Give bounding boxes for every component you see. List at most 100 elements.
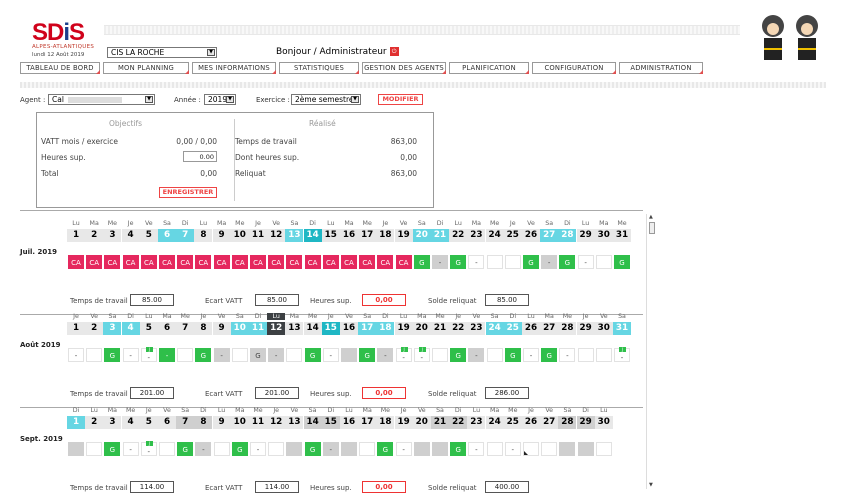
- planning-cell[interactable]: G: [450, 442, 467, 456]
- planning-cell[interactable]: G: [559, 255, 576, 269]
- planning-cell[interactable]: [577, 348, 594, 362]
- day-number[interactable]: 16: [340, 322, 358, 335]
- day-number[interactable]: 24: [485, 229, 504, 242]
- day-number[interactable]: 31: [613, 229, 631, 242]
- day-number[interactable]: 15: [321, 322, 340, 335]
- planning-cell[interactable]: [486, 348, 503, 362]
- tab-statistiques[interactable]: STATISTIQUES: [279, 62, 359, 74]
- planning-cell[interactable]: G: [377, 442, 394, 456]
- planning-cell[interactable]: [504, 255, 521, 269]
- planning-cell[interactable]: -: [322, 442, 339, 456]
- planning-cell[interactable]: G: [177, 442, 194, 456]
- planning-cell[interactable]: [213, 442, 230, 456]
- year-select[interactable]: 2019 ▼: [204, 94, 236, 105]
- planning-cell[interactable]: -: [250, 442, 266, 456]
- day-number[interactable]: 23: [467, 322, 486, 335]
- planning-cell[interactable]: G: [304, 442, 321, 456]
- planning-cell[interactable]: -: [468, 442, 485, 456]
- day-number[interactable]: 31: [613, 322, 631, 335]
- planning-cell[interactable]: -: [432, 255, 448, 269]
- planning-cell[interactable]: [559, 442, 576, 456]
- day-number[interactable]: 29: [576, 229, 595, 242]
- day-number[interactable]: 22: [449, 229, 468, 242]
- planning-cell[interactable]: -: [195, 442, 212, 456]
- day-number[interactable]: 12: [267, 229, 286, 242]
- day-number[interactable]: 3: [103, 229, 122, 242]
- day-number[interactable]: 13: [285, 416, 304, 429]
- day-number[interactable]: 13: [285, 229, 304, 242]
- day-number[interactable]: 21: [431, 229, 449, 242]
- planning-cell[interactable]: -: [68, 348, 84, 362]
- scroll-down-icon[interactable]: ▼: [649, 482, 653, 488]
- day-number[interactable]: 30: [594, 322, 613, 335]
- day-number[interactable]: 7: [176, 322, 195, 335]
- planning-cell[interactable]: G: [541, 348, 558, 362]
- tab-configuration[interactable]: CONFIGURATION: [532, 62, 616, 74]
- planning-cell[interactable]: G: [195, 348, 212, 362]
- planning-cell[interactable]: [432, 442, 448, 456]
- day-number[interactable]: 19: [394, 229, 413, 242]
- day-number[interactable]: 15: [321, 416, 340, 429]
- planning-cell[interactable]: -: [122, 442, 139, 456]
- planning-cell[interactable]: [286, 442, 303, 456]
- planning-cell[interactable]: CA: [195, 255, 212, 269]
- tab-planification[interactable]: PLANIFICATION: [449, 62, 529, 74]
- planning-cell[interactable]: [177, 348, 194, 362]
- planning-cell[interactable]: [523, 442, 539, 456]
- day-number[interactable]: 24: [485, 322, 504, 335]
- planning-cell[interactable]: [286, 348, 303, 362]
- planning-cell[interactable]: J-: [413, 347, 430, 362]
- day-number[interactable]: 3: [103, 322, 122, 335]
- planning-cell[interactable]: CA: [104, 255, 121, 269]
- day-number[interactable]: 30: [594, 416, 613, 429]
- day-number[interactable]: 8: [194, 416, 213, 429]
- tab-tableau-de-bord[interactable]: TABLEAU DE BORD: [20, 62, 100, 74]
- planning-cell[interactable]: -: [541, 255, 558, 269]
- planning-cell[interactable]: CA: [68, 255, 84, 269]
- planning-cell[interactable]: CA: [341, 255, 357, 269]
- day-number[interactable]: 6: [158, 322, 176, 335]
- day-number[interactable]: 17: [358, 322, 377, 335]
- planning-cell[interactable]: [86, 442, 103, 456]
- planning-cell[interactable]: [432, 348, 448, 362]
- planning-cell[interactable]: [86, 348, 103, 362]
- planning-cell[interactable]: CA: [322, 255, 339, 269]
- tab-mes-informations[interactable]: MES INFORMATIONS: [192, 62, 276, 74]
- planning-cell[interactable]: [486, 255, 503, 269]
- day-number[interactable]: 30: [594, 229, 613, 242]
- day-number[interactable]: 13: [285, 322, 304, 335]
- planning-cell[interactable]: CA: [177, 255, 194, 269]
- planning-cell[interactable]: G: [359, 348, 376, 362]
- planning-cell[interactable]: CA: [377, 255, 394, 269]
- day-number[interactable]: 24: [485, 416, 504, 429]
- planning-cell[interactable]: [268, 442, 285, 456]
- day-number[interactable]: 12: [267, 322, 286, 335]
- planning-cell[interactable]: [341, 442, 357, 456]
- planning-cell[interactable]: [159, 442, 175, 456]
- planning-cell[interactable]: [595, 348, 612, 362]
- planning-cell[interactable]: CA: [250, 255, 266, 269]
- day-number[interactable]: 2: [85, 229, 104, 242]
- day-number[interactable]: 19: [394, 322, 413, 335]
- save-button[interactable]: ENREGISTRER: [159, 187, 217, 198]
- overtime-input[interactable]: 0.00: [183, 151, 217, 162]
- planning-cell[interactable]: [595, 255, 612, 269]
- day-number[interactable]: 26: [522, 322, 540, 335]
- day-number[interactable]: 20: [412, 229, 431, 242]
- day-number[interactable]: 23: [467, 229, 486, 242]
- day-number[interactable]: 11: [249, 322, 267, 335]
- day-number[interactable]: 25: [503, 322, 522, 335]
- day-number[interactable]: 21: [431, 416, 449, 429]
- planning-cell[interactable]: G: [504, 348, 521, 362]
- exercise-select[interactable]: 2ème semestre ▼: [291, 94, 361, 105]
- planning-cell[interactable]: CA: [268, 255, 285, 269]
- day-number[interactable]: 29: [576, 322, 595, 335]
- site-select[interactable]: CIS LA ROCHE ▼: [107, 47, 217, 58]
- tab-administration[interactable]: ADMINISTRATION: [619, 62, 703, 74]
- tab-mon-planning[interactable]: MON PLANNING: [103, 62, 189, 74]
- planning-cell[interactable]: CA: [86, 255, 103, 269]
- day-number[interactable]: 22: [449, 322, 468, 335]
- day-number[interactable]: 2: [85, 416, 104, 429]
- day-number[interactable]: 19: [394, 416, 413, 429]
- planning-cell[interactable]: [595, 442, 612, 456]
